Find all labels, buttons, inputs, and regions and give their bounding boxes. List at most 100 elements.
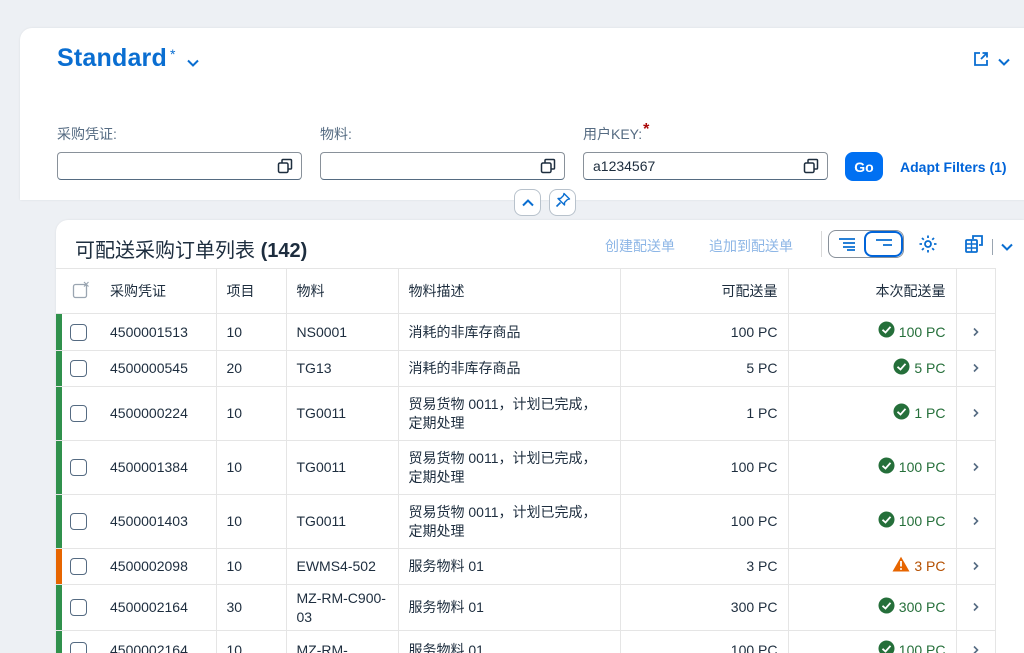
table-row[interactable]: 4500000545 20 TG13 消耗的非库存商品 5 PC 5 PC [56,350,996,387]
cell-available-qty: 1 PC [620,386,789,441]
value-help-icon[interactable] [803,158,819,179]
status-value: 300 PC [878,597,946,619]
cell-material: MZ-RM-C900-03 [286,584,399,631]
row-checkbox[interactable] [70,459,87,476]
table-header-row: 采购凭证 项目 物料 物料描述 可配送量 本次配送量 [56,268,996,314]
column-header-material[interactable]: 物料 [286,268,399,314]
cell-delivery-qty: 1 PC [788,386,957,441]
cell-delivery-qty: 100 PC [788,313,957,351]
user-key-input[interactable]: a1234567 [583,152,828,180]
clear-selection-icon [72,281,90,302]
variant-selector[interactable]: Standard * [57,44,200,73]
navigation-arrow-icon [972,405,980,421]
chevron-down-icon [998,53,1010,71]
cell-delivery-qty: 100 PC [788,440,957,495]
row-navigation[interactable] [956,494,996,549]
row-checkbox[interactable] [70,558,87,575]
share-button[interactable] [972,50,1010,73]
table-row[interactable]: 4500002164 10 MZ-RM- 服务物料 01 100 PC 100 PC [56,630,996,653]
table-row[interactable]: 4500002098 10 EWMS4-502 服务物料 01 3 PC 3 PC [56,548,996,585]
column-header-nav [956,268,996,314]
settings-icon[interactable] [918,234,938,259]
row-navigation[interactable] [956,548,996,585]
warning-icon [892,556,910,577]
pin-icon [555,192,571,213]
chevron-down-icon[interactable] [1001,238,1013,256]
variant-title[interactable]: Standard [57,44,167,73]
table-title: 可配送采购订单列表 (142) [75,240,308,262]
cell-available-qty: 100 PC [620,494,789,549]
status-value: 1 PC [893,403,946,425]
row-checkbox[interactable] [70,323,87,341]
cell-material: NS0001 [286,313,399,351]
cell-material: TG0011 [286,386,399,441]
delivery-qty-text: 100 PC [898,459,946,475]
share-icon [972,50,990,73]
clear-selection-button[interactable] [56,268,100,314]
column-header-available-qty[interactable]: 可配送量 [620,268,789,314]
row-checkbox[interactable] [70,360,87,377]
go-button[interactable]: Go [845,152,883,181]
cell-delivery-qty: 3 PC [788,548,957,585]
navigation-arrow-icon [972,459,980,475]
filter-purchase-doc: 采购凭证: [57,124,302,180]
cell-description: 服务物料 01 [398,584,621,631]
table-row[interactable]: 4500001403 10 TG0011 贸易货物 0011，计划已完成，定期处理 10… [56,494,996,549]
row-mode-segmented-button[interactable] [828,230,904,258]
append-to-delivery-button[interactable]: 追加到配送单 [709,236,793,256]
material-input[interactable] [320,152,565,180]
row-status-indicator [56,585,62,630]
export-button[interactable] [964,234,1013,259]
cozy-mode-icon[interactable] [864,231,903,257]
row-status-indicator [56,495,62,548]
purchase-doc-input[interactable] [57,152,302,180]
cell-description: 消耗的非库存商品 [398,350,621,387]
cell-item: 20 [216,350,287,387]
row-checkbox[interactable] [70,642,87,653]
navigation-arrow-icon [972,642,980,653]
filter-user-key: 用户KEY:* a1234567 [583,121,828,180]
row-checkbox[interactable] [70,405,87,422]
value-help-icon[interactable] [277,158,293,179]
cell-item: 10 [216,386,287,441]
cell-available-qty: 100 PC [620,440,789,495]
row-navigation[interactable] [956,313,996,351]
row-navigation[interactable] [956,630,996,653]
toolbar-separator [821,231,822,257]
adapt-filters-link[interactable]: Adapt Filters (1) [900,159,1007,175]
row-navigation[interactable] [956,584,996,631]
cell-item: 10 [216,440,287,495]
row-checkbox[interactable] [70,599,87,616]
filter-material: 物料: [320,124,565,180]
success-icon [878,597,895,619]
value-help-icon[interactable] [540,158,556,179]
success-icon [878,457,895,479]
filter-label: 物料: [320,126,352,142]
cell-item: 30 [216,584,287,631]
cell-item: 10 [216,630,287,653]
row-navigation[interactable] [956,350,996,387]
table-row[interactable]: 4500000224 10 TG0011 贸易货物 0011，计划已完成，定期处理 1 … [56,386,996,441]
row-checkbox[interactable] [70,513,87,530]
table-row[interactable]: 4500002164 30 MZ-RM-C900-03 服务物料 01 300 PC 30… [56,584,996,631]
create-delivery-button[interactable]: 创建配送单 [605,236,675,256]
cell-po: 4500002164 [100,630,217,653]
row-status-indicator [56,351,62,386]
condensed-mode-icon[interactable] [829,231,864,257]
collapse-header-button[interactable] [514,189,541,216]
column-header-po[interactable]: 采购凭证 [100,268,217,314]
table-row[interactable]: 4500001513 10 NS0001 消耗的非库存商品 100 PC 100 PC [56,313,996,351]
column-header-delivery-qty[interactable]: 本次配送量 [788,268,957,314]
column-header-description[interactable]: 物料描述 [398,268,621,314]
row-navigation[interactable] [956,386,996,441]
filter-label: 采购凭证: [57,126,117,142]
cell-description: 贸易货物 0011，计划已完成，定期处理 [398,386,621,441]
required-marker: * [643,121,650,138]
column-header-item[interactable]: 项目 [216,268,287,314]
pin-header-button[interactable] [549,189,576,216]
header-toggle-group [514,189,576,216]
table-row[interactable]: 4500001384 10 TG0011 贸易货物 0011，计划已完成，定期处理 10… [56,440,996,495]
success-icon [893,403,910,425]
row-navigation[interactable] [956,440,996,495]
chevron-down-icon[interactable] [187,54,200,72]
